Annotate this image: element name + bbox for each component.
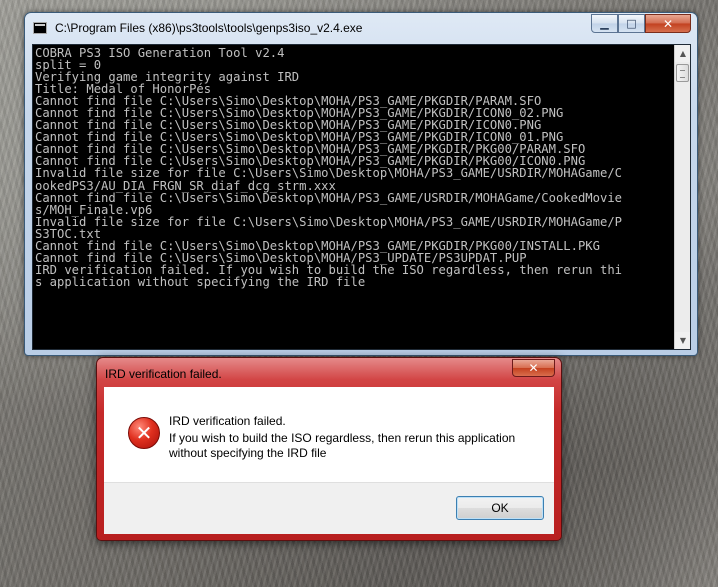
scroll-thumb[interactable]	[676, 64, 689, 82]
console-line: COBRA PS3 ISO Generation Tool v2.4	[35, 46, 285, 60]
console-line: Cannot find file C:\Users\Simo\Desktop\M…	[35, 238, 600, 253]
console-line: s/MOH_Finale.vp6	[35, 202, 153, 217]
dialog-message-line1: IRD verification failed.	[169, 414, 286, 428]
scroll-up-arrow-icon[interactable]: ▲	[675, 45, 690, 62]
maximize-button[interactable]: □	[618, 14, 645, 33]
dialog-close-button[interactable]: ✕	[512, 359, 555, 377]
console-line: ookedPS3/AU_DIA_FRGN_SR_diaf_dcg_strm.xx…	[35, 178, 336, 193]
dialog-message-line3: without specifying the IRD file	[169, 446, 327, 460]
dialog-content: ✕ IRD verification failed. If you wish t…	[104, 387, 554, 482]
dialog-message-line2: If you wish to build the ISO regardless,…	[169, 431, 516, 445]
console-line: Cannot find file C:\Users\Simo\Desktop\M…	[35, 190, 622, 205]
console-line: S3TOC.txt	[35, 226, 102, 241]
console-line: s application without specifying the IRD…	[35, 274, 366, 289]
console-output[interactable]: COBRA PS3 ISO Generation Tool v2.4 split …	[32, 44, 691, 350]
vertical-scrollbar[interactable]: ▲ ▼	[674, 45, 690, 349]
dialog-footer: OK	[104, 482, 554, 534]
minimize-button[interactable]: ▁	[591, 14, 618, 33]
error-icon: ✕	[128, 417, 160, 449]
ok-button[interactable]: OK	[456, 496, 544, 520]
console-line: Invalid file size for file C:\Users\Simo…	[35, 166, 622, 181]
close-button[interactable]: ✕	[645, 14, 691, 33]
console-text: COBRA PS3 ISO Generation Tool v2.4 split …	[35, 47, 675, 288]
caption-buttons: ▁ □ ✕	[591, 14, 691, 33]
scroll-down-arrow-icon[interactable]: ▼	[675, 332, 690, 349]
console-window: C:\Program Files (x86)\ps3tools\tools\ge…	[24, 12, 698, 356]
console-line: Invalid file size for file C:\Users\Simo…	[35, 214, 622, 229]
console-title: C:\Program Files (x86)\ps3tools\tools\ge…	[55, 21, 363, 35]
console-app-icon	[33, 22, 47, 34]
error-dialog: IRD verification failed. ✕ ✕ IRD verific…	[96, 357, 562, 541]
dialog-title: IRD verification failed.	[105, 367, 222, 381]
